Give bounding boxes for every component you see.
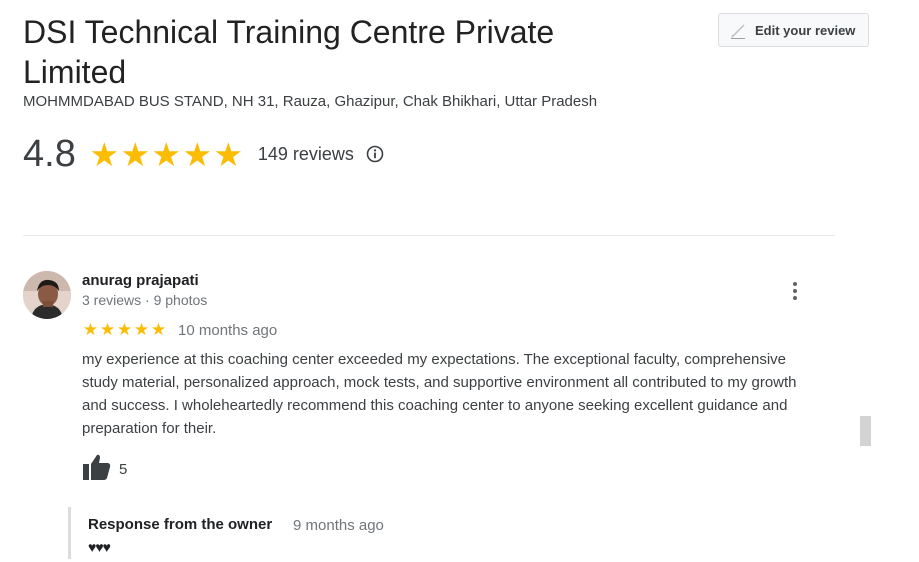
star-icon: ★ — [116, 320, 133, 339]
reviewer-photo — [23, 271, 71, 319]
review-date: 10 months ago — [178, 321, 278, 339]
pencil-icon — [731, 24, 745, 39]
info-icon[interactable] — [366, 145, 384, 163]
reviewer-avatar[interactable] — [23, 271, 71, 319]
star-icon: ★ — [150, 320, 167, 339]
edit-review-label: Edit your review — [755, 22, 856, 38]
star-icon: ★ — [151, 135, 182, 173]
star-icon: ★ — [82, 320, 99, 339]
rating-summary: 4.8 ★ ★ ★ ★ ★ 149 reviews — [23, 132, 384, 176]
edit-review-button[interactable]: Edit your review — [718, 13, 869, 47]
star-icon: ★ — [89, 135, 120, 173]
star-icon: ★ — [133, 320, 150, 339]
more-vert-icon[interactable] — [784, 280, 806, 302]
owner-response-bar — [68, 507, 71, 559]
owner-response-date: 9 months ago — [293, 517, 384, 534]
like-count: 5 — [119, 461, 128, 478]
average-rating: 4.8 — [23, 133, 76, 175]
reviewer-name[interactable]: anurag prajapati — [82, 272, 199, 289]
scrollbar-thumb[interactable] — [860, 416, 871, 446]
review-text: my experience at this coaching center ex… — [82, 351, 797, 437]
review-rating-row: ★ ★ ★ ★ ★ 10 months ago — [82, 320, 277, 340]
section-divider — [23, 235, 835, 236]
review-rating-stars: ★ ★ ★ ★ ★ — [82, 320, 167, 340]
business-title: DSI Technical Training Centre Private Li… — [23, 14, 555, 90]
star-icon: ★ — [182, 135, 213, 173]
owner-response-title: Response from the owner — [88, 516, 273, 533]
star-icon: ★ — [213, 135, 244, 173]
star-icon: ★ — [120, 135, 151, 173]
thumb-up-icon[interactable] — [82, 452, 112, 482]
reviewer-meta: 3 reviews · 9 photos — [82, 292, 208, 308]
owner-response-text: ♥♥♥ — [88, 539, 111, 555]
business-address: MOHMMDABAD BUS STAND, NH 31, Rauza, Ghaz… — [23, 93, 598, 110]
average-rating-stars: ★ ★ ★ ★ ★ — [89, 138, 244, 171]
star-icon: ★ — [99, 320, 116, 339]
review-count-link[interactable]: 149 reviews — [258, 144, 354, 165]
